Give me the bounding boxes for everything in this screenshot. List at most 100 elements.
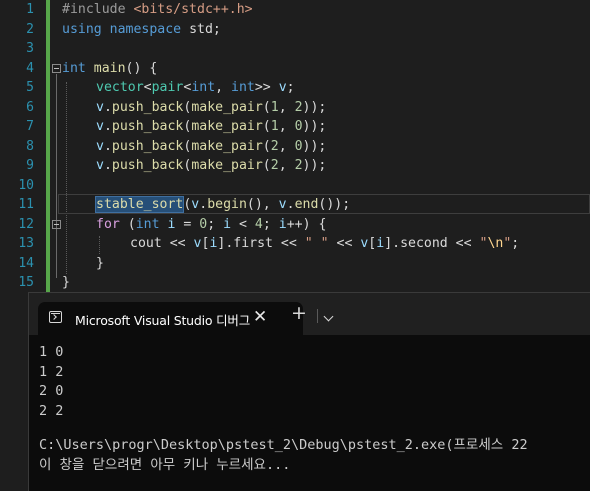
variable: i xyxy=(223,216,232,232)
code-line-14[interactable]: } xyxy=(96,254,104,274)
type-name: pair xyxy=(151,80,184,95)
function-name: push_back xyxy=(111,158,184,173)
line-number: 6 xyxy=(26,99,34,115)
punctuation: } xyxy=(96,255,104,271)
punctuation: ( xyxy=(119,216,136,232)
punctuation: )); xyxy=(302,99,327,115)
punctuation: . xyxy=(103,99,112,115)
operator: << xyxy=(272,236,305,251)
console-tab[interactable]: Microsoft Visual Studio 디버그 ✕ xyxy=(38,302,303,335)
code-line-7[interactable]: v.push_back(make_pair(1, 0)); xyxy=(96,117,326,137)
function-name: make_pair xyxy=(191,158,263,173)
keyword: int xyxy=(231,80,255,95)
punctuation: . xyxy=(103,119,112,134)
variable: v xyxy=(96,138,104,154)
punctuation: ++) { xyxy=(286,216,327,232)
code-line-11[interactable]: stable_sort(v.begin(), v.end()); xyxy=(94,195,350,215)
indent-guide xyxy=(66,82,67,274)
namespace-name: std; xyxy=(189,21,221,37)
code-line-12[interactable]: for (int i = 0; i < 4; i++) { xyxy=(96,215,326,235)
line-number: 4 xyxy=(26,60,34,76)
identifier: cout xyxy=(130,236,162,251)
punctuation: (), xyxy=(246,197,279,212)
new-tab-button[interactable]: + xyxy=(291,304,307,323)
punctuation: ; xyxy=(262,216,279,232)
code-line-2[interactable]: using namespace std; xyxy=(62,20,221,40)
line-number: 5 xyxy=(26,80,34,95)
code-line-1[interactable]: #include <bits/stdc++.h> xyxy=(62,0,253,20)
output-line: 1 0 xyxy=(39,344,64,360)
punctuation: , xyxy=(278,119,295,134)
function-name: push_back xyxy=(111,138,184,154)
punctuation: )); xyxy=(302,119,327,134)
punctuation: . xyxy=(103,138,112,154)
number-literal: 1 xyxy=(270,99,279,115)
code-line-9[interactable]: v.push_back(make_pair(2, 2)); xyxy=(96,156,326,176)
punctuation: ( xyxy=(262,119,271,134)
keyword: namespace xyxy=(109,21,182,37)
code-line-8[interactable]: v.push_back(make_pair(2, 0)); xyxy=(96,137,326,157)
punctuation: , xyxy=(215,80,232,95)
punctuation: )); xyxy=(302,158,327,173)
code-editor[interactable]: 1 2 3 4 5 6 7 8 9 10 11 12 13 14 15 #inc… xyxy=(0,0,590,292)
output-line: 1 2 xyxy=(39,363,64,380)
chevron-down-icon[interactable] xyxy=(323,311,334,322)
punctuation: () { xyxy=(125,60,158,76)
punctuation: ]. xyxy=(384,236,401,251)
punctuation: , xyxy=(278,158,295,173)
variable: i xyxy=(159,216,176,232)
terminal-icon xyxy=(49,311,62,323)
keyword: int xyxy=(62,60,86,76)
variable: v xyxy=(96,158,104,173)
function-name: push_back xyxy=(111,99,184,115)
selected-function-name[interactable]: stable_sort xyxy=(94,196,185,213)
number-literal: 2 xyxy=(270,158,279,173)
punctuation: < xyxy=(143,80,152,95)
code-line-5[interactable]: vector<pair<int, int>> v; xyxy=(96,78,295,98)
changed-lines-indicator xyxy=(46,0,50,292)
punctuation: ; xyxy=(286,80,295,95)
tab-separator xyxy=(317,309,318,323)
punctuation: ( xyxy=(262,138,271,154)
output-line: 2 0 xyxy=(39,383,64,399)
code-line-15[interactable]: } xyxy=(62,273,70,293)
type-name: vector xyxy=(96,80,144,95)
line-number: 1 xyxy=(26,2,34,17)
close-tab-icon[interactable]: ✕ xyxy=(253,307,267,327)
string-literal: " " xyxy=(304,236,329,251)
number-literal: 0 xyxy=(294,138,303,154)
operator: << xyxy=(161,236,194,251)
line-number: 15 xyxy=(18,275,34,290)
function-name: begin xyxy=(207,197,247,212)
variable: i xyxy=(376,236,385,251)
punctuation: )); xyxy=(302,138,327,154)
variable: v xyxy=(96,99,104,115)
keyword: int xyxy=(135,216,160,232)
line-number: 10 xyxy=(18,177,34,193)
member-name: first xyxy=(233,236,273,251)
line-number: 11 xyxy=(18,197,34,212)
code-line-13[interactable]: cout << v[i].first << " " << v[i].second… xyxy=(130,234,519,254)
punctuation: ( xyxy=(262,99,271,115)
collapse-main-icon[interactable] xyxy=(52,64,61,73)
debug-console-window[interactable]: Microsoft Visual Studio 디버그 ✕ + 1 0 1 2 … xyxy=(28,292,590,491)
code-line-4[interactable]: int main() { xyxy=(62,59,157,79)
output-line: 2 2 xyxy=(39,402,64,419)
press-key-prompt: 이 창을 닫으려면 아무 키나 누르세요... xyxy=(39,456,291,473)
collapse-for-icon[interactable] xyxy=(52,220,61,229)
function-name: push_back xyxy=(111,119,184,134)
code-line-6[interactable]: v.push_back(make_pair(1, 2)); xyxy=(96,98,326,118)
member-name: second xyxy=(400,236,448,251)
punctuation: . xyxy=(103,158,112,173)
punctuation: . xyxy=(286,197,295,212)
line-number: 12 xyxy=(18,216,34,232)
keyword: for xyxy=(96,216,120,232)
number-literal: 2 xyxy=(270,138,279,154)
operator: << xyxy=(447,236,480,251)
number-literal: 2 xyxy=(294,158,303,173)
punctuation: < xyxy=(231,216,255,232)
line-number: 9 xyxy=(26,158,34,173)
punctuation: = xyxy=(175,216,200,232)
variable: v xyxy=(96,119,104,134)
keyword: using xyxy=(62,21,102,37)
